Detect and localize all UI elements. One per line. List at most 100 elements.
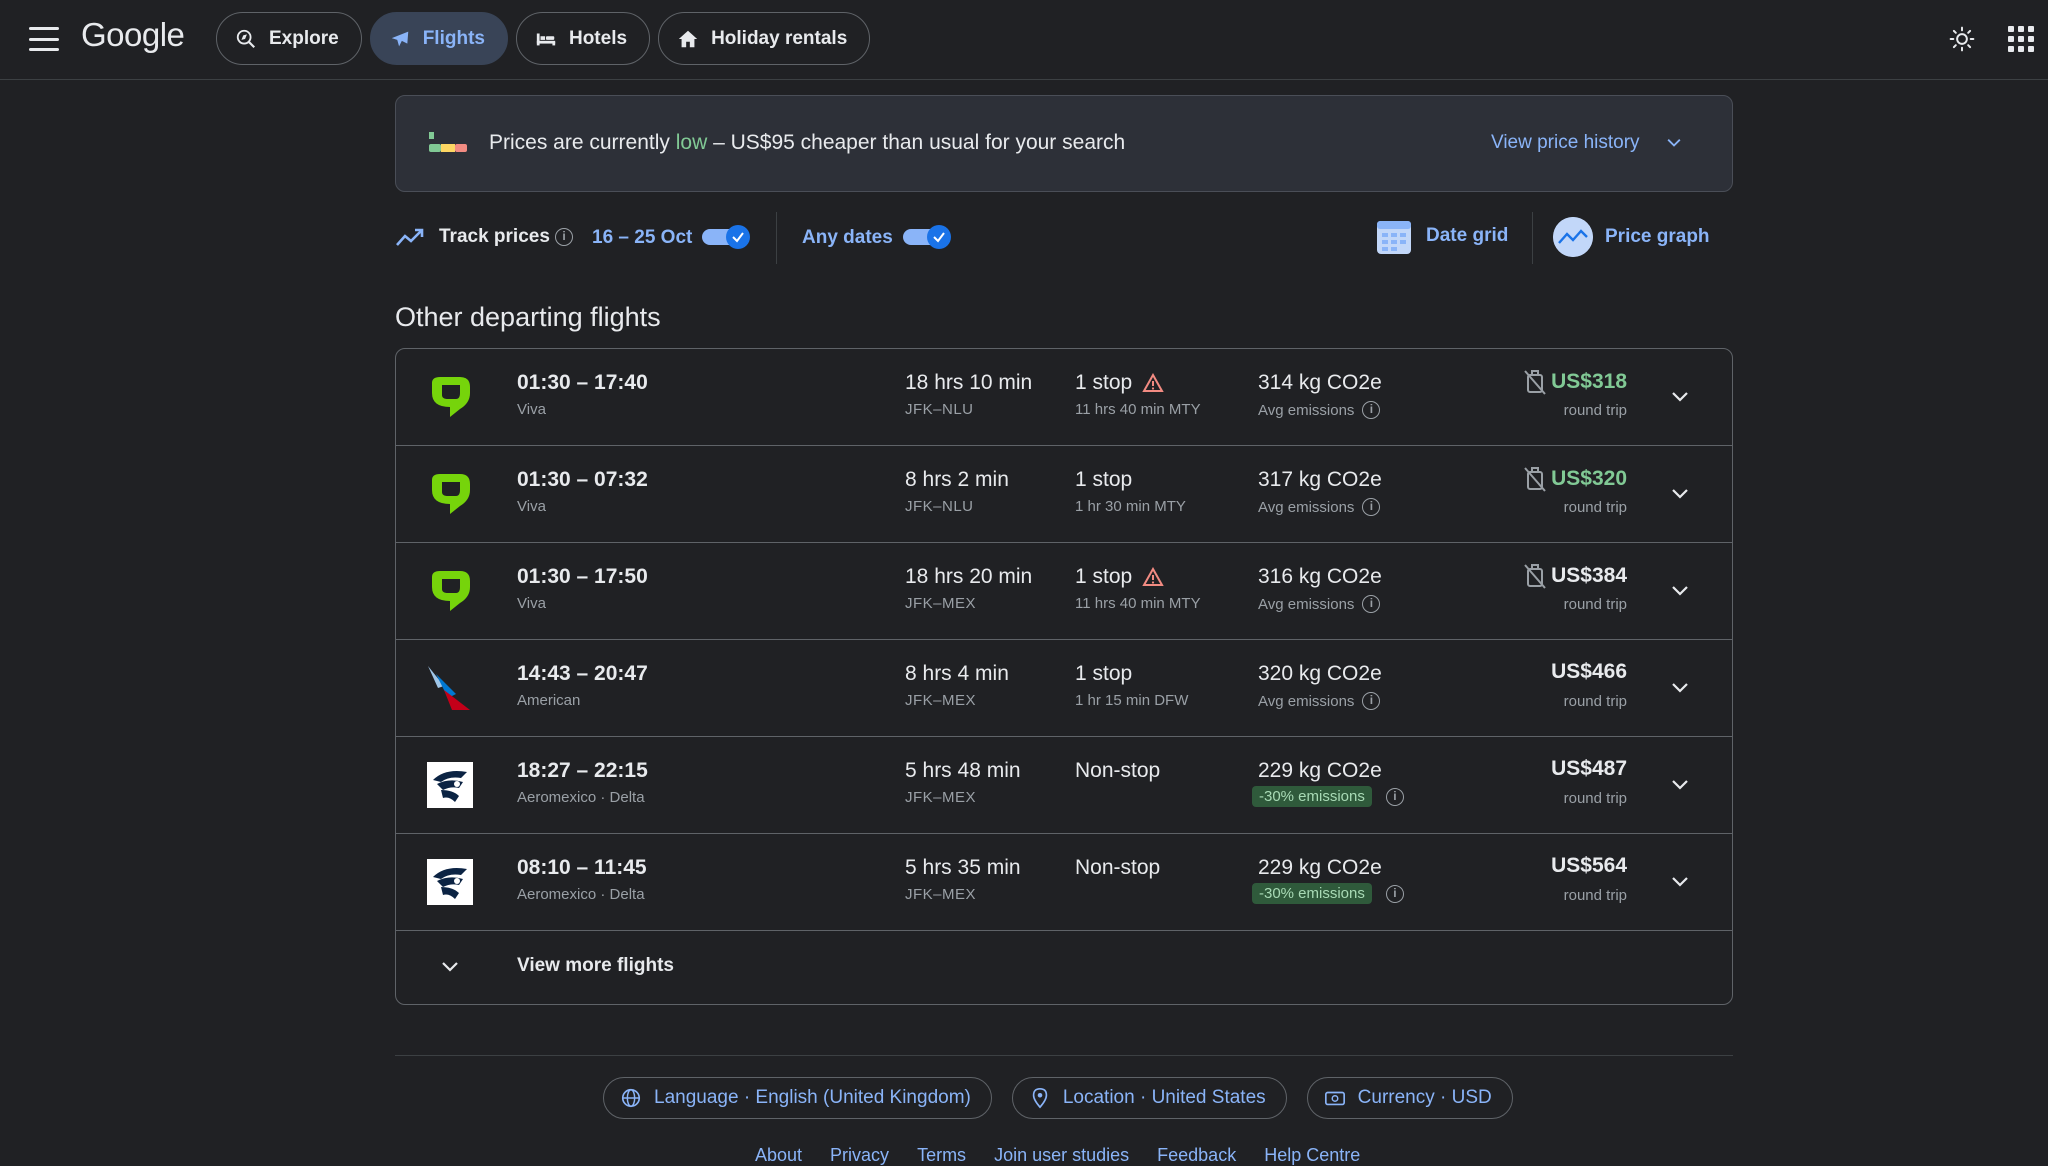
date-grid-label: Date grid <box>1426 225 1509 246</box>
flight-carrier: American <box>517 692 581 709</box>
flight-price: US$318 <box>1523 369 1627 395</box>
footer-link-about[interactable]: About <box>755 1145 802 1166</box>
track-dates-toggle[interactable] <box>702 225 750 249</box>
flight-times: 01:30 – 07:32 <box>517 468 648 491</box>
footer-link-join-user-studies[interactable]: Join user studies <box>994 1145 1129 1166</box>
flight-route: JFK–NLU <box>905 498 974 515</box>
chevron-down-icon[interactable] <box>1668 870 1692 894</box>
stops-label: 1 stop <box>1075 662 1133 685</box>
info-icon[interactable]: i <box>1362 498 1381 516</box>
flight-row[interactable]: 01:30 – 17:40 Viva 18 hrs 10 min JFK–NLU… <box>396 349 1732 446</box>
price-type: round trip <box>1563 596 1627 613</box>
american-airlines-logo-icon <box>426 664 474 712</box>
stops-label: 1 stop <box>1075 565 1133 588</box>
tab-holiday-rentals[interactable]: Holiday rentals <box>658 12 871 65</box>
history-link-label: View price history <box>1491 132 1640 153</box>
footer-link-privacy[interactable]: Privacy <box>830 1145 889 1166</box>
info-icon[interactable]: i <box>1362 692 1381 710</box>
flight-duration: 18 hrs 20 min <box>905 565 1033 588</box>
currency-button[interactable]: Currency · USD <box>1306 1077 1513 1119</box>
price-value: US$320 <box>1551 467 1627 490</box>
flight-stops: 1 stop <box>1075 662 1132 686</box>
flight-row[interactable]: 08:10 – 11:45 Aeromexico · Delta 5 hrs 3… <box>396 834 1732 931</box>
tab-label: Holiday rentals <box>711 27 848 49</box>
flight-route: JFK–NLU <box>905 401 974 418</box>
theme-toggle-icon[interactable] <box>1949 26 1975 52</box>
menu-icon[interactable] <box>29 27 59 51</box>
emissions-label: Avg emissions i <box>1258 401 1381 419</box>
price-graph-button[interactable]: Price graph <box>1553 217 1710 257</box>
check-icon <box>933 232 945 243</box>
flight-row[interactable]: 01:30 – 17:50 Viva 18 hrs 20 min JFK–MEX… <box>396 543 1732 640</box>
price-type: round trip <box>1563 693 1627 710</box>
flight-price: US$564 <box>1551 854 1627 878</box>
no-carry-on-bag-icon <box>1524 564 1546 589</box>
flights-list: 01:30 – 17:40 Viva 18 hrs 10 min JFK–NLU… <box>395 348 1733 1005</box>
flight-duration: 8 hrs 4 min <box>905 662 1009 685</box>
flight-duration: 5 hrs 48 min <box>905 759 1021 782</box>
footer-link-help-centre[interactable]: Help Centre <box>1264 1145 1360 1166</box>
no-carry-on-bag-icon <box>1524 370 1546 395</box>
em-label-text: Avg emissions <box>1258 498 1355 516</box>
emissions-label: Avg emissions i <box>1258 595 1381 613</box>
viva-logo-icon <box>426 567 474 615</box>
flight-times: 01:30 – 17:50 <box>517 565 648 588</box>
info-icon[interactable]: i <box>1362 401 1381 419</box>
flight-carrier: Aeromexico · Delta <box>517 886 645 903</box>
lower-emissions-badge: -30% emissions <box>1252 786 1372 807</box>
info-icon[interactable]: i <box>1385 787 1404 806</box>
info-icon[interactable]: i <box>1362 595 1381 613</box>
flight-row[interactable]: 14:43 – 20:47 American 8 hrs 4 min JFK–M… <box>396 640 1732 737</box>
flight-row[interactable]: 18:27 – 22:15 Aeromexico · Delta 5 hrs 4… <box>396 737 1732 834</box>
info-icon[interactable]: i <box>1385 884 1404 903</box>
price-type: round trip <box>1563 499 1627 516</box>
flight-emissions: 229 kg CO2e <box>1258 759 1382 782</box>
any-dates-toggle[interactable] <box>903 225 951 249</box>
stops-label: 1 stop <box>1075 371 1133 394</box>
tab-explore[interactable]: Explore <box>216 12 362 65</box>
location-button[interactable]: Location · United States <box>1011 1077 1287 1119</box>
price-value: US$466 <box>1551 660 1627 683</box>
chevron-down-icon[interactable] <box>1668 482 1692 506</box>
footer-link-terms[interactable]: Terms <box>917 1145 966 1166</box>
flight-layover: 11 hrs 40 min MTY <box>1075 401 1201 418</box>
calendar-grid-icon <box>1377 221 1411 254</box>
google-logo[interactable]: Google <box>81 16 185 54</box>
chevron-down-icon[interactable] <box>1668 579 1692 603</box>
date-grid-button[interactable]: Date grid <box>1376 217 1508 255</box>
tab-hotels[interactable]: Hotels <box>515 12 651 65</box>
flight-times: 18:27 – 22:15 <box>517 759 648 782</box>
flight-stops: 1 stop <box>1075 371 1164 395</box>
apps-grid-icon[interactable] <box>2008 26 2034 52</box>
flight-duration: 8 hrs 2 min <box>905 468 1009 491</box>
flight-times: 14:43 – 20:47 <box>517 662 648 685</box>
banner-text-suffix: – US$95 cheaper than usual for your sear… <box>707 131 1126 154</box>
tab-flights[interactable]: Flights <box>369 12 508 65</box>
chevron-down-icon[interactable] <box>1668 676 1692 700</box>
chevron-down-icon[interactable] <box>1668 773 1692 797</box>
price-insight-text: Prices are currently low – US$95 cheaper… <box>489 131 1125 155</box>
aeromexico-logo-icon <box>426 858 474 906</box>
view-price-history-link[interactable]: View price history <box>1491 132 1684 154</box>
flight-price: US$320 <box>1523 466 1627 492</box>
info-icon[interactable]: i <box>555 228 573 246</box>
chevron-down-icon[interactable] <box>1668 385 1692 409</box>
flight-stops: 1 stop <box>1075 468 1132 492</box>
flight-duration: 18 hrs 10 min <box>905 371 1033 394</box>
flight-layover: 1 hr 30 min MTY <box>1075 498 1186 515</box>
flight-price: US$466 <box>1551 660 1627 684</box>
price-type: round trip <box>1563 887 1627 904</box>
flight-emissions: 229 kg CO2e <box>1258 856 1382 879</box>
footer-link-feedback[interactable]: Feedback <box>1157 1145 1236 1166</box>
price-type: round trip <box>1563 402 1627 419</box>
flight-row[interactable]: 01:30 – 07:32 Viva 8 hrs 2 min JFK–NLU 1… <box>396 446 1732 543</box>
flight-times: 01:30 – 17:40 <box>517 371 648 394</box>
em-label-text: Avg emissions <box>1258 692 1355 710</box>
track-prices-label: Track prices <box>439 226 550 247</box>
language-button[interactable]: Language · English (United Kingdom) <box>603 1077 992 1119</box>
section-title: Other departing flights <box>395 302 661 332</box>
any-dates-label: Any dates <box>802 227 893 248</box>
emissions-label: Avg emissions i <box>1258 692 1381 710</box>
tab-label: Flights <box>422 27 485 49</box>
view-more-flights-button[interactable]: View more flights <box>396 931 1732 1004</box>
